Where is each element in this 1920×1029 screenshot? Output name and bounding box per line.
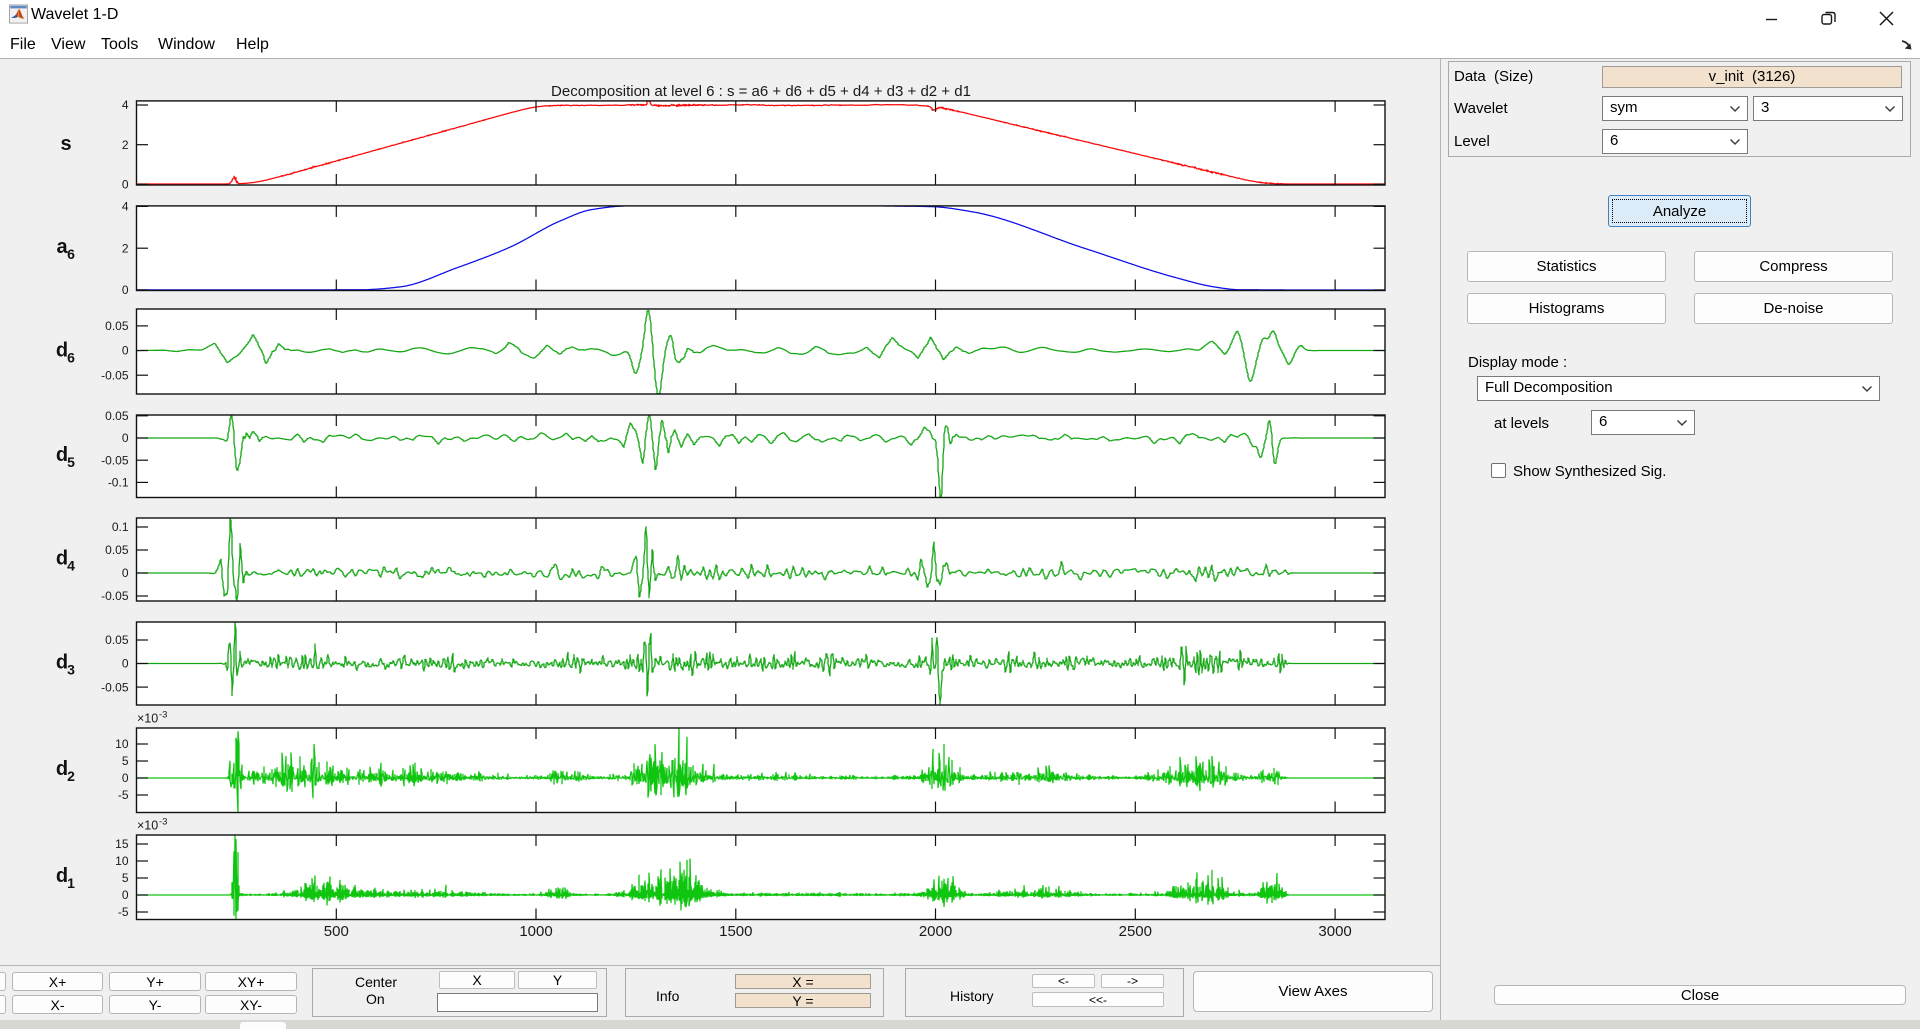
- svg-text:×10: ×10: [137, 712, 158, 726]
- svg-text:0.1: 0.1: [112, 520, 129, 534]
- svg-text:0: 0: [122, 344, 129, 358]
- svg-text:10: 10: [115, 854, 129, 868]
- svg-text:1500: 1500: [719, 923, 752, 940]
- svg-text:-5: -5: [118, 905, 129, 919]
- svg-text:×10: ×10: [137, 819, 158, 833]
- svg-text:0: 0: [122, 657, 129, 671]
- svg-text:-3: -3: [159, 817, 167, 828]
- svg-text:4: 4: [67, 558, 75, 574]
- svg-text:0.05: 0.05: [105, 319, 129, 333]
- svg-text:2000: 2000: [919, 923, 952, 940]
- svg-text:1000: 1000: [519, 923, 552, 940]
- svg-text:10: 10: [115, 737, 129, 751]
- svg-text:2: 2: [67, 768, 75, 784]
- svg-text:6: 6: [67, 246, 75, 262]
- svg-text:3: 3: [67, 662, 75, 678]
- svg-text:-0.05: -0.05: [101, 589, 129, 603]
- svg-text:-0.1: -0.1: [108, 476, 129, 490]
- svg-text:4: 4: [122, 98, 129, 112]
- svg-text:6: 6: [67, 350, 75, 366]
- svg-text:5: 5: [67, 454, 75, 470]
- svg-text:2: 2: [122, 138, 129, 152]
- svg-text:2500: 2500: [1119, 923, 1152, 940]
- svg-text:2: 2: [122, 241, 129, 255]
- svg-text:5: 5: [122, 754, 129, 768]
- svg-text:-0.05: -0.05: [101, 368, 129, 382]
- svg-text:0: 0: [122, 283, 129, 297]
- svg-text:0: 0: [122, 771, 129, 785]
- svg-text:3000: 3000: [1318, 923, 1351, 940]
- svg-text:0.05: 0.05: [105, 409, 129, 423]
- svg-text:500: 500: [324, 923, 349, 940]
- svg-text:0: 0: [122, 178, 129, 192]
- svg-text:0: 0: [122, 431, 129, 445]
- svg-text:-0.05: -0.05: [101, 453, 129, 467]
- svg-text:Decomposition at level 6 : s =: Decomposition at level 6 : s = a6 + d6 +…: [551, 83, 971, 100]
- svg-text:15: 15: [115, 837, 129, 851]
- svg-text:5: 5: [122, 871, 129, 885]
- svg-text:-5: -5: [118, 788, 129, 802]
- svg-text:-3: -3: [159, 710, 167, 721]
- svg-text:0: 0: [122, 888, 129, 902]
- svg-text:0.05: 0.05: [105, 543, 129, 557]
- svg-text:1: 1: [67, 875, 75, 891]
- svg-text:-0.05: -0.05: [101, 680, 129, 694]
- svg-text:4: 4: [122, 200, 129, 214]
- svg-text:0.05: 0.05: [105, 633, 129, 647]
- svg-text:0: 0: [122, 566, 129, 580]
- svg-text:s: s: [60, 133, 71, 155]
